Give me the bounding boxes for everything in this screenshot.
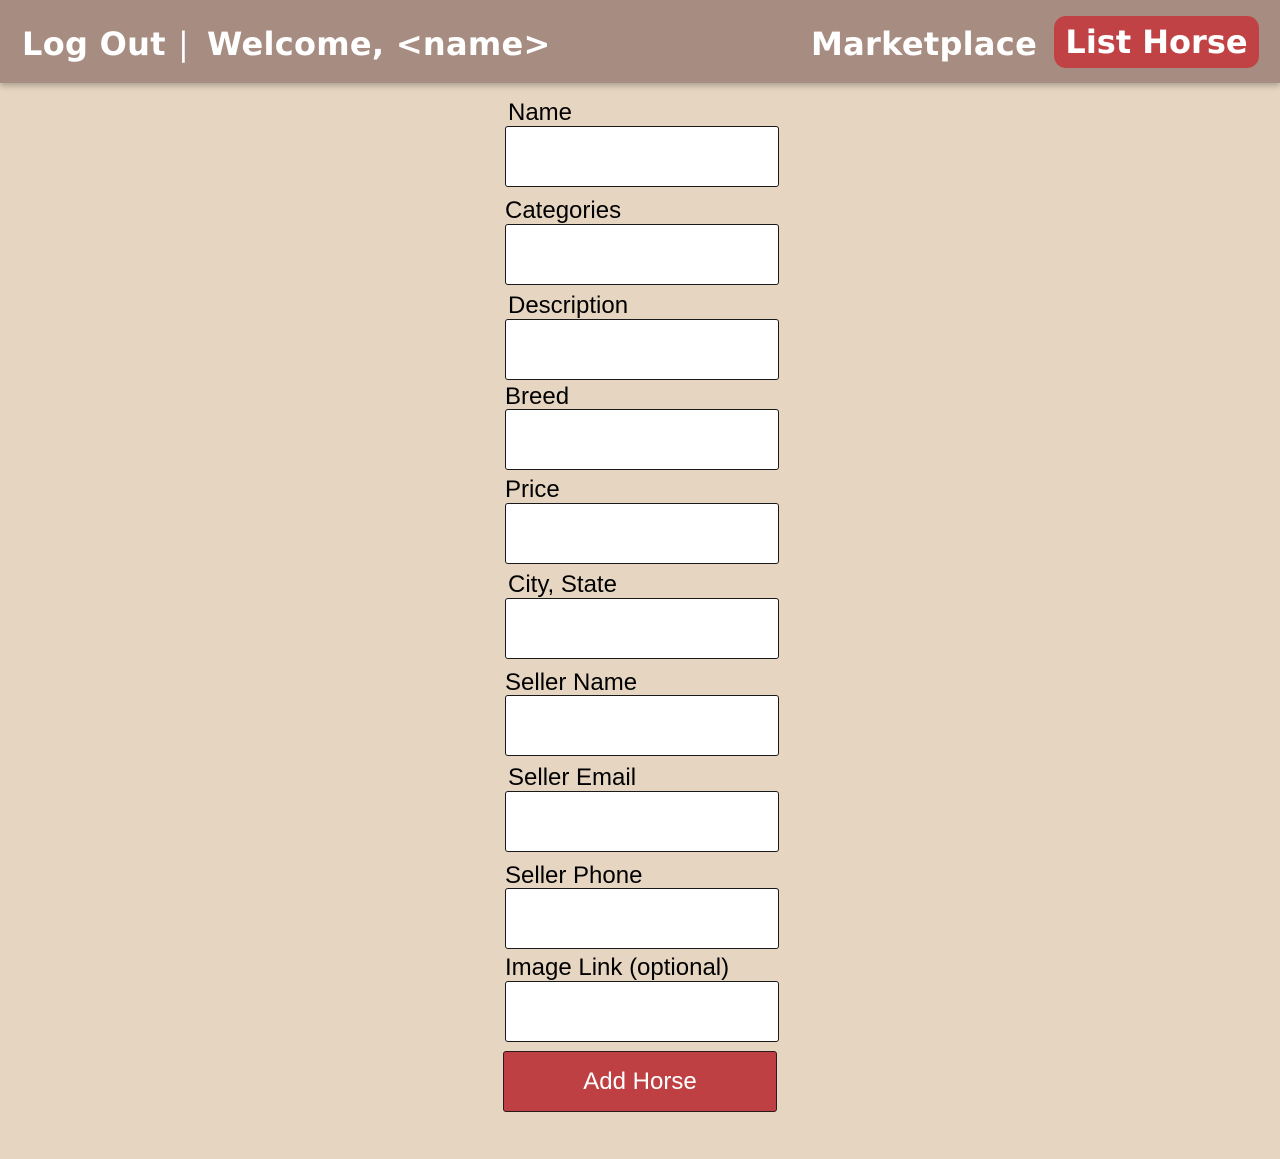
breed-label: Breed (505, 383, 570, 410)
add-horse-button[interactable]: Add Horse (503, 1051, 777, 1112)
city-state-label: City, State (508, 571, 617, 598)
top-nav-bar: Log Out | Welcome, <name> Marketplace Li… (0, 0, 1280, 83)
categories-input[interactable] (505, 224, 779, 285)
seller-email-input[interactable] (505, 791, 779, 852)
name-input[interactable] (505, 126, 779, 187)
image-link-label: Image Link (optional) (505, 954, 730, 981)
seller-phone-label: Seller Phone (505, 862, 643, 889)
price-label: Price (505, 476, 560, 503)
seller-name-label: Seller Name (505, 669, 638, 696)
name-label: Name (508, 99, 573, 126)
price-input[interactable] (505, 503, 779, 564)
seller-name-input[interactable] (505, 695, 779, 756)
categories-label: Categories (505, 197, 622, 224)
breed-input[interactable] (505, 409, 779, 470)
welcome-message: Welcome, <name> (207, 25, 551, 63)
description-input[interactable] (505, 319, 779, 380)
image-link-input[interactable] (505, 981, 779, 1042)
seller-phone-input[interactable] (505, 888, 779, 949)
list-horse-button[interactable]: List Horse (1054, 16, 1259, 68)
city-state-input[interactable] (505, 598, 779, 659)
marketplace-link[interactable]: Marketplace (811, 22, 1037, 66)
logout-link[interactable]: Log Out (22, 22, 166, 66)
seller-email-label: Seller Email (508, 764, 637, 791)
description-label: Description (508, 292, 629, 319)
nav-separator: | (178, 25, 190, 63)
